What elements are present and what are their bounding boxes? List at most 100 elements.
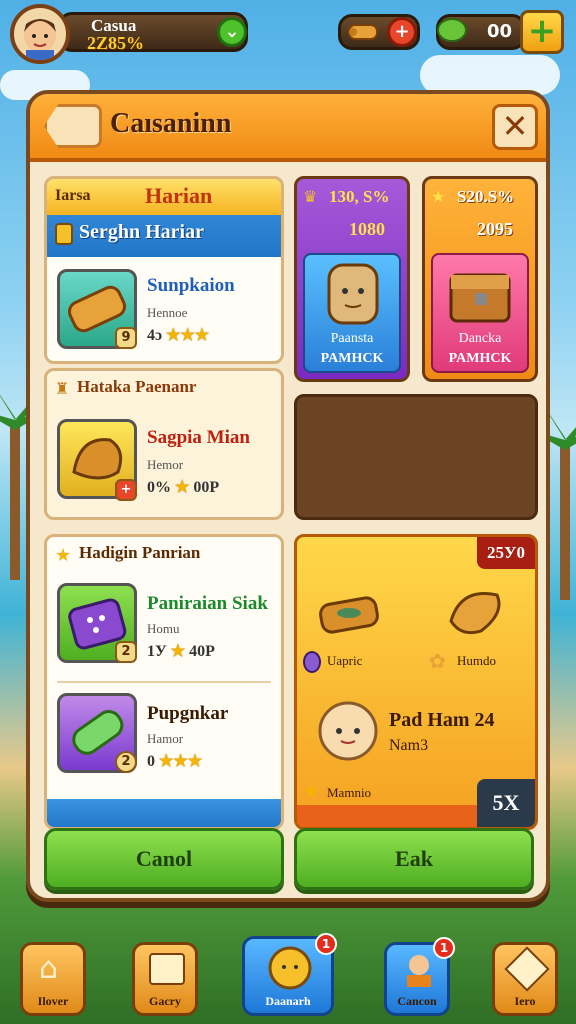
item-name: Paniraian Siak — [147, 593, 268, 614]
shop-card-2[interactable]: ★ S20.S% 2095 Dancka PAMHCK — [422, 176, 538, 382]
bundle-title: Pad Ham 24 — [389, 709, 495, 731]
item-rating: 0 ★★★ — [147, 753, 203, 770]
close-icon: ✕ — [501, 107, 529, 145]
card-art: Dancka PAMHCK — [431, 253, 529, 373]
star-icon: ★ — [175, 479, 190, 496]
character-icon — [268, 946, 312, 990]
cancel-button[interactable]: Canol — [44, 828, 284, 890]
card-art: Paansta PAMHCK — [303, 253, 401, 373]
star-icon: ★★★ — [159, 753, 203, 770]
expand-icon[interactable]: ⌄ — [217, 17, 247, 47]
star-icon: ★★★ — [166, 327, 210, 344]
panel-title: Caısaninn — [110, 108, 232, 139]
item-name: Pupgnkar — [147, 703, 229, 724]
plus-icon: + — [527, 11, 557, 51]
bundle-item-1: Uapric — [327, 653, 363, 668]
list-section-2: ♜ Hataka Paenanr + Sagpia Mian Hemor 0% … — [44, 368, 284, 520]
item-badge: 2 — [115, 641, 137, 663]
section-title: Hataka Paenanr — [77, 377, 197, 396]
item-badge: + — [115, 479, 137, 501]
nav-label: Cancon — [397, 994, 437, 1008]
card-pct: 130, S% — [329, 187, 390, 206]
gem-icon — [303, 651, 321, 673]
divider — [57, 681, 271, 683]
star-icon: ★ — [55, 545, 72, 566]
bundle-subtitle: Nam3 — [389, 737, 429, 754]
nav-home[interactable]: ⌂ Ilover — [20, 942, 86, 1016]
nav-social[interactable]: Cancon 1 — [384, 937, 455, 1016]
ok-button[interactable]: Eak — [294, 828, 534, 890]
nav-label: Iero — [514, 994, 536, 1008]
box-icon — [504, 946, 550, 992]
item-sub: Hennoe — [147, 305, 188, 320]
item-name: Sagpia Mian — [147, 427, 250, 448]
panel-header: Caısaninn ✕ — [30, 94, 546, 162]
item-rating: 1У ★ 40P — [147, 643, 215, 660]
coin-icon — [55, 223, 73, 245]
star-icon: ★ — [170, 643, 186, 660]
card-label: Dancka — [458, 331, 502, 346]
star-icon: ★ — [303, 781, 320, 802]
add-scroll-icon[interactable]: + — [387, 17, 417, 47]
list-header: Iarsa Harian Serghn Hariar — [47, 179, 281, 257]
card-value: 2095 — [477, 219, 513, 239]
resource-scroll[interactable]: + — [338, 14, 420, 50]
nav-gallery[interactable]: Gacry — [132, 942, 198, 1016]
player-info: Casua 2Z85% ⌄ — [58, 12, 248, 53]
list-subtitle: Serghn Hariar — [79, 221, 204, 243]
card-label: Paansta — [330, 331, 374, 346]
nav-label: Gacry — [149, 994, 181, 1008]
friend-icon — [407, 955, 431, 987]
creature-icon — [318, 701, 378, 761]
shell-icon — [449, 592, 501, 635]
item-rating: 4ɔ ★★★ — [147, 327, 210, 344]
avatar[interactable] — [10, 4, 70, 64]
card-label-2: PAMHCK — [320, 351, 384, 366]
section-icon: ♜ — [55, 379, 70, 398]
item-sub: Hemor — [147, 457, 184, 472]
close-button[interactable]: ✕ — [492, 104, 538, 150]
resource-gem[interactable]: 00 — [436, 14, 526, 50]
card-value: 1080 — [349, 219, 385, 239]
card-label-2: PAMHCK — [448, 351, 512, 366]
bundle-badge: 25У0 — [477, 537, 535, 569]
nav-label: Ilover — [37, 994, 69, 1008]
treasure-box-icon — [319, 596, 379, 634]
resource-value: 00 — [487, 21, 513, 42]
list-item[interactable]: 2 Paniraian Siak Homu 1У ★ 40P — [47, 577, 281, 677]
top-bar: Casua 2Z85% ⌄ + 00 + — [0, 0, 576, 72]
star-icon: ★ — [431, 187, 446, 206]
bundle-item-3: Mamnio — [327, 785, 372, 800]
stone-face-icon — [327, 263, 379, 325]
bundle-card[interactable]: 25У0 Uapric ✿ Humdo Pad Ham 24 Nam3 ★ Ma… — [294, 534, 538, 830]
notebook-icon — [149, 953, 185, 985]
player-rate: 2Z85% — [87, 33, 145, 53]
list-section-3: ★ Hadigin Panrian 2 Paniraian Siak Homu … — [44, 534, 284, 830]
flower-icon: ✿ — [429, 649, 446, 673]
nav-label: Daanarh — [265, 994, 311, 1008]
tag-icon — [44, 104, 102, 148]
player-face-icon — [24, 19, 56, 60]
shop-panel: Caısaninn ✕ Iarsa Harian Serghn Hariar 9… — [26, 90, 550, 902]
list-item[interactable]: 2 Pupgnkar Hamor 0 ★★★ — [47, 687, 281, 787]
list-footer — [47, 799, 281, 827]
list-item[interactable]: 9 Sunpkaion Hennoe 4ɔ ★★★ — [47, 257, 281, 361]
item-rating: 0% ★ 00P — [147, 479, 220, 496]
nav-settings[interactable]: Iero — [492, 942, 558, 1016]
item-sub: Hamor — [147, 731, 184, 746]
item-sub: Homu — [147, 621, 180, 636]
shop-card-1[interactable]: ♛ 130, S% 1080 Paansta PAMHCK — [294, 176, 410, 382]
leaf-gem-icon — [437, 18, 467, 42]
bottom-nav: ⌂ Ilover Gacry Daanarh 1 Cancon 1 Iero — [0, 930, 576, 1024]
item-badge: 2 — [115, 751, 137, 773]
multiplier-badge: 5X — [477, 779, 535, 827]
add-resource-button[interactable]: + — [520, 10, 564, 54]
list-title: Harian — [145, 183, 213, 208]
featured-list: Iarsa Harian Serghn Hariar 9 Sunpkaion H… — [44, 176, 284, 364]
nav-character[interactable]: Daanarh 1 — [242, 933, 337, 1016]
item-badge: 9 — [115, 327, 137, 349]
scroll-icon — [348, 24, 378, 40]
trophy-icon: ♛ — [303, 187, 318, 206]
bundle-item-2: Humdo — [457, 653, 496, 668]
card-pct: S20.S% — [457, 187, 515, 206]
